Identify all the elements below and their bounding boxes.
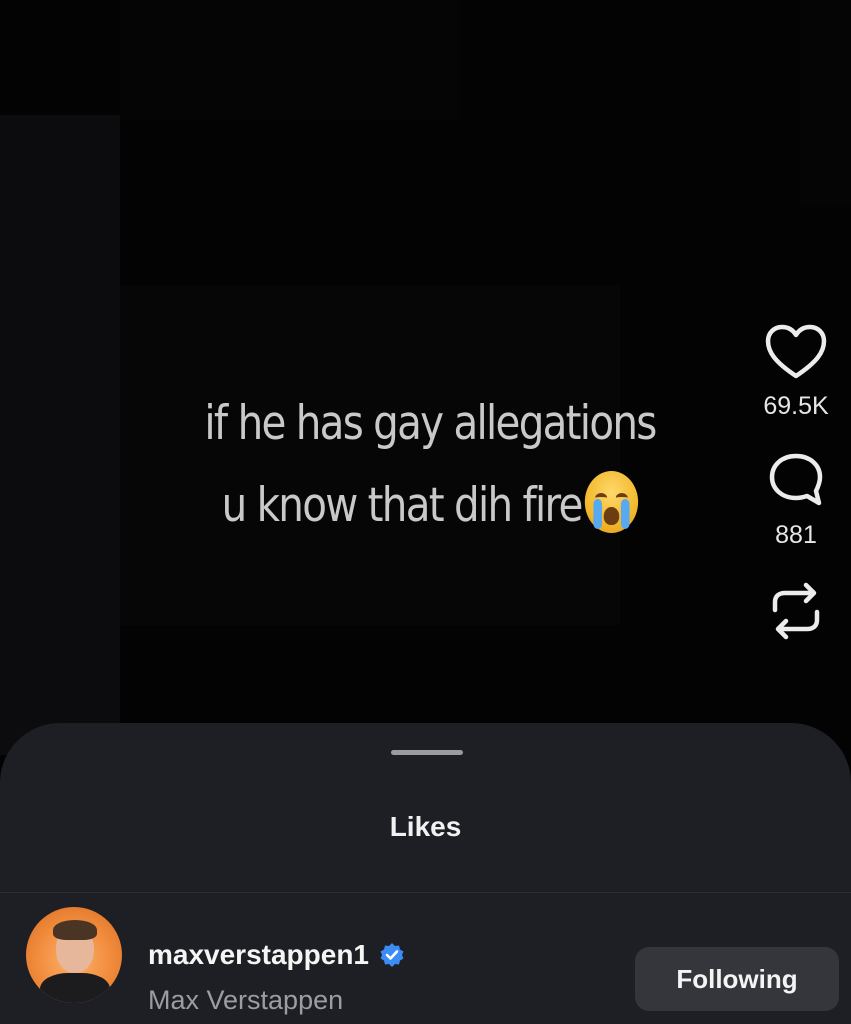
- comment-icon[interactable]: [766, 451, 826, 509]
- following-button[interactable]: Following: [635, 947, 839, 1011]
- list-item-user[interactable]: maxverstappen1 Max Verstappen Following: [0, 893, 851, 1024]
- username[interactable]: maxverstappen1: [148, 939, 369, 971]
- caption-line-1: if he has gay allegations: [204, 396, 657, 451]
- sheet-drag-handle[interactable]: [391, 750, 463, 755]
- repost-icon[interactable]: [767, 580, 825, 642]
- caption-line-2: u know that dih fire: [163, 465, 696, 547]
- username-line: maxverstappen1: [148, 939, 405, 971]
- likes-sheet: Likes maxverstappen1 Max Verstappen Foll…: [0, 723, 851, 1024]
- avatar[interactable]: [26, 907, 122, 1003]
- loudly-crying-face-icon: [585, 471, 639, 533]
- comment-count[interactable]: 881: [741, 521, 851, 550]
- caption-line-2-text: u know that dih fire: [221, 478, 584, 533]
- background-block: [120, 0, 460, 120]
- sheet-title: Likes: [389, 811, 462, 842]
- verified-badge-icon: [380, 943, 404, 967]
- display-name: Max Verstappen: [148, 985, 344, 1015]
- heart-icon[interactable]: [765, 324, 827, 380]
- background-block: [800, 0, 851, 205]
- post-caption: if he has gay allegations u know that di…: [163, 383, 696, 547]
- like-count[interactable]: 69.5K: [741, 392, 851, 421]
- background-block: [0, 115, 120, 755]
- reel-screen: if he has gay allegations u know that di…: [0, 0, 851, 1024]
- post-actions: 69.5K 881: [741, 320, 851, 642]
